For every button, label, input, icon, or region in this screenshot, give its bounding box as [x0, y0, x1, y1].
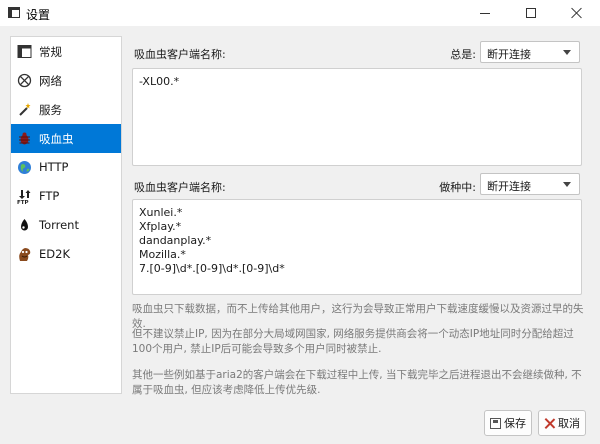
ed2k-icon — [17, 247, 32, 262]
close-icon — [571, 7, 583, 19]
leecher-name-label-2: 吸血虫客户端名称: — [134, 181, 226, 194]
ftp-icon: FTP — [17, 189, 32, 206]
cancel-icon — [544, 418, 555, 429]
seeding-action-label: 做种中: — [439, 181, 476, 194]
sidebar-item-general[interactable]: 常规 — [11, 37, 121, 66]
seeding-action-dropdown[interactable]: 断开连接 — [480, 173, 580, 195]
svg-text:FTP: FTP — [17, 200, 29, 204]
minimize-button[interactable] — [462, 0, 508, 26]
cancel-button[interactable]: 取消 — [538, 410, 586, 436]
network-icon — [17, 73, 32, 88]
magic-wand-icon — [17, 102, 32, 117]
description-note-2: 但不建议禁止IP, 因为在部分大局域网国家, 网络服务提供商会将一个动态IP地址… — [132, 328, 574, 355]
sidebar-item-service[interactable]: 服务 — [11, 95, 121, 124]
leecher-list-always[interactable]: -XL00.* — [132, 68, 582, 166]
sidebar-item-ed2k[interactable]: ED2K — [11, 240, 121, 269]
chevron-down-icon — [563, 50, 571, 55]
always-action-dropdown[interactable]: 断开连接 — [480, 41, 580, 63]
sidebar-item-network[interactable]: 网络 — [11, 66, 121, 95]
sidebar-item-leecher[interactable]: 吸血虫 — [11, 124, 121, 153]
window-title: 设置 — [26, 8, 51, 22]
sidebar-item-ftp[interactable]: FTP FTP — [11, 182, 121, 211]
cancel-button-label: 取消 — [558, 417, 580, 430]
settings-sidebar: 常规 网络 服务 吸血虫 HTTP FTP FTP Torrent ED2K — [10, 36, 122, 394]
always-action-value: 断开连接 — [487, 48, 531, 61]
sidebar-item-http[interactable]: HTTP — [11, 153, 121, 182]
description-note-3: 其他一些例如基于aria2的客户端会在下载过程中上传, 当下载完毕之后进程退出不… — [132, 369, 582, 396]
close-button[interactable] — [554, 0, 600, 26]
sidebar-item-label: Torrent — [39, 218, 79, 232]
save-button[interactable]: 保存 — [484, 410, 532, 436]
sidebar-item-torrent[interactable]: Torrent — [11, 211, 121, 240]
globe-icon — [17, 160, 32, 175]
seeding-action-value: 断开连接 — [487, 180, 531, 193]
sidebar-item-label: 服务 — [39, 103, 62, 117]
chevron-down-icon — [563, 182, 571, 187]
title-bar: 设置 — [0, 0, 600, 26]
leecher-name-label-1: 吸血虫客户端名称: — [134, 48, 226, 61]
bug-icon — [17, 131, 32, 146]
sidebar-item-label: HTTP — [39, 160, 69, 174]
app-icon — [8, 7, 20, 18]
torrent-icon — [17, 218, 32, 233]
settings-window: 设置 常规 网络 服务 吸血虫 HTTP FTP FTP Torrent ED2… — [0, 0, 600, 444]
save-icon — [490, 417, 501, 429]
sidebar-item-label: 网络 — [39, 74, 62, 88]
minimize-icon — [480, 12, 490, 14]
maximize-button[interactable] — [508, 0, 554, 26]
sidebar-item-label: FTP — [39, 189, 60, 203]
sidebar-item-label: ED2K — [39, 247, 70, 261]
general-icon — [17, 44, 32, 59]
always-action-label: 总是: — [450, 48, 476, 61]
sidebar-item-label: 常规 — [39, 45, 62, 59]
leecher-list-seeding[interactable]: Xunlei.* Xfplay.* dandanplay.* Mozilla.*… — [132, 199, 582, 295]
sidebar-item-label: 吸血虫 — [39, 132, 74, 146]
maximize-icon — [526, 8, 536, 18]
save-button-label: 保存 — [504, 417, 526, 430]
